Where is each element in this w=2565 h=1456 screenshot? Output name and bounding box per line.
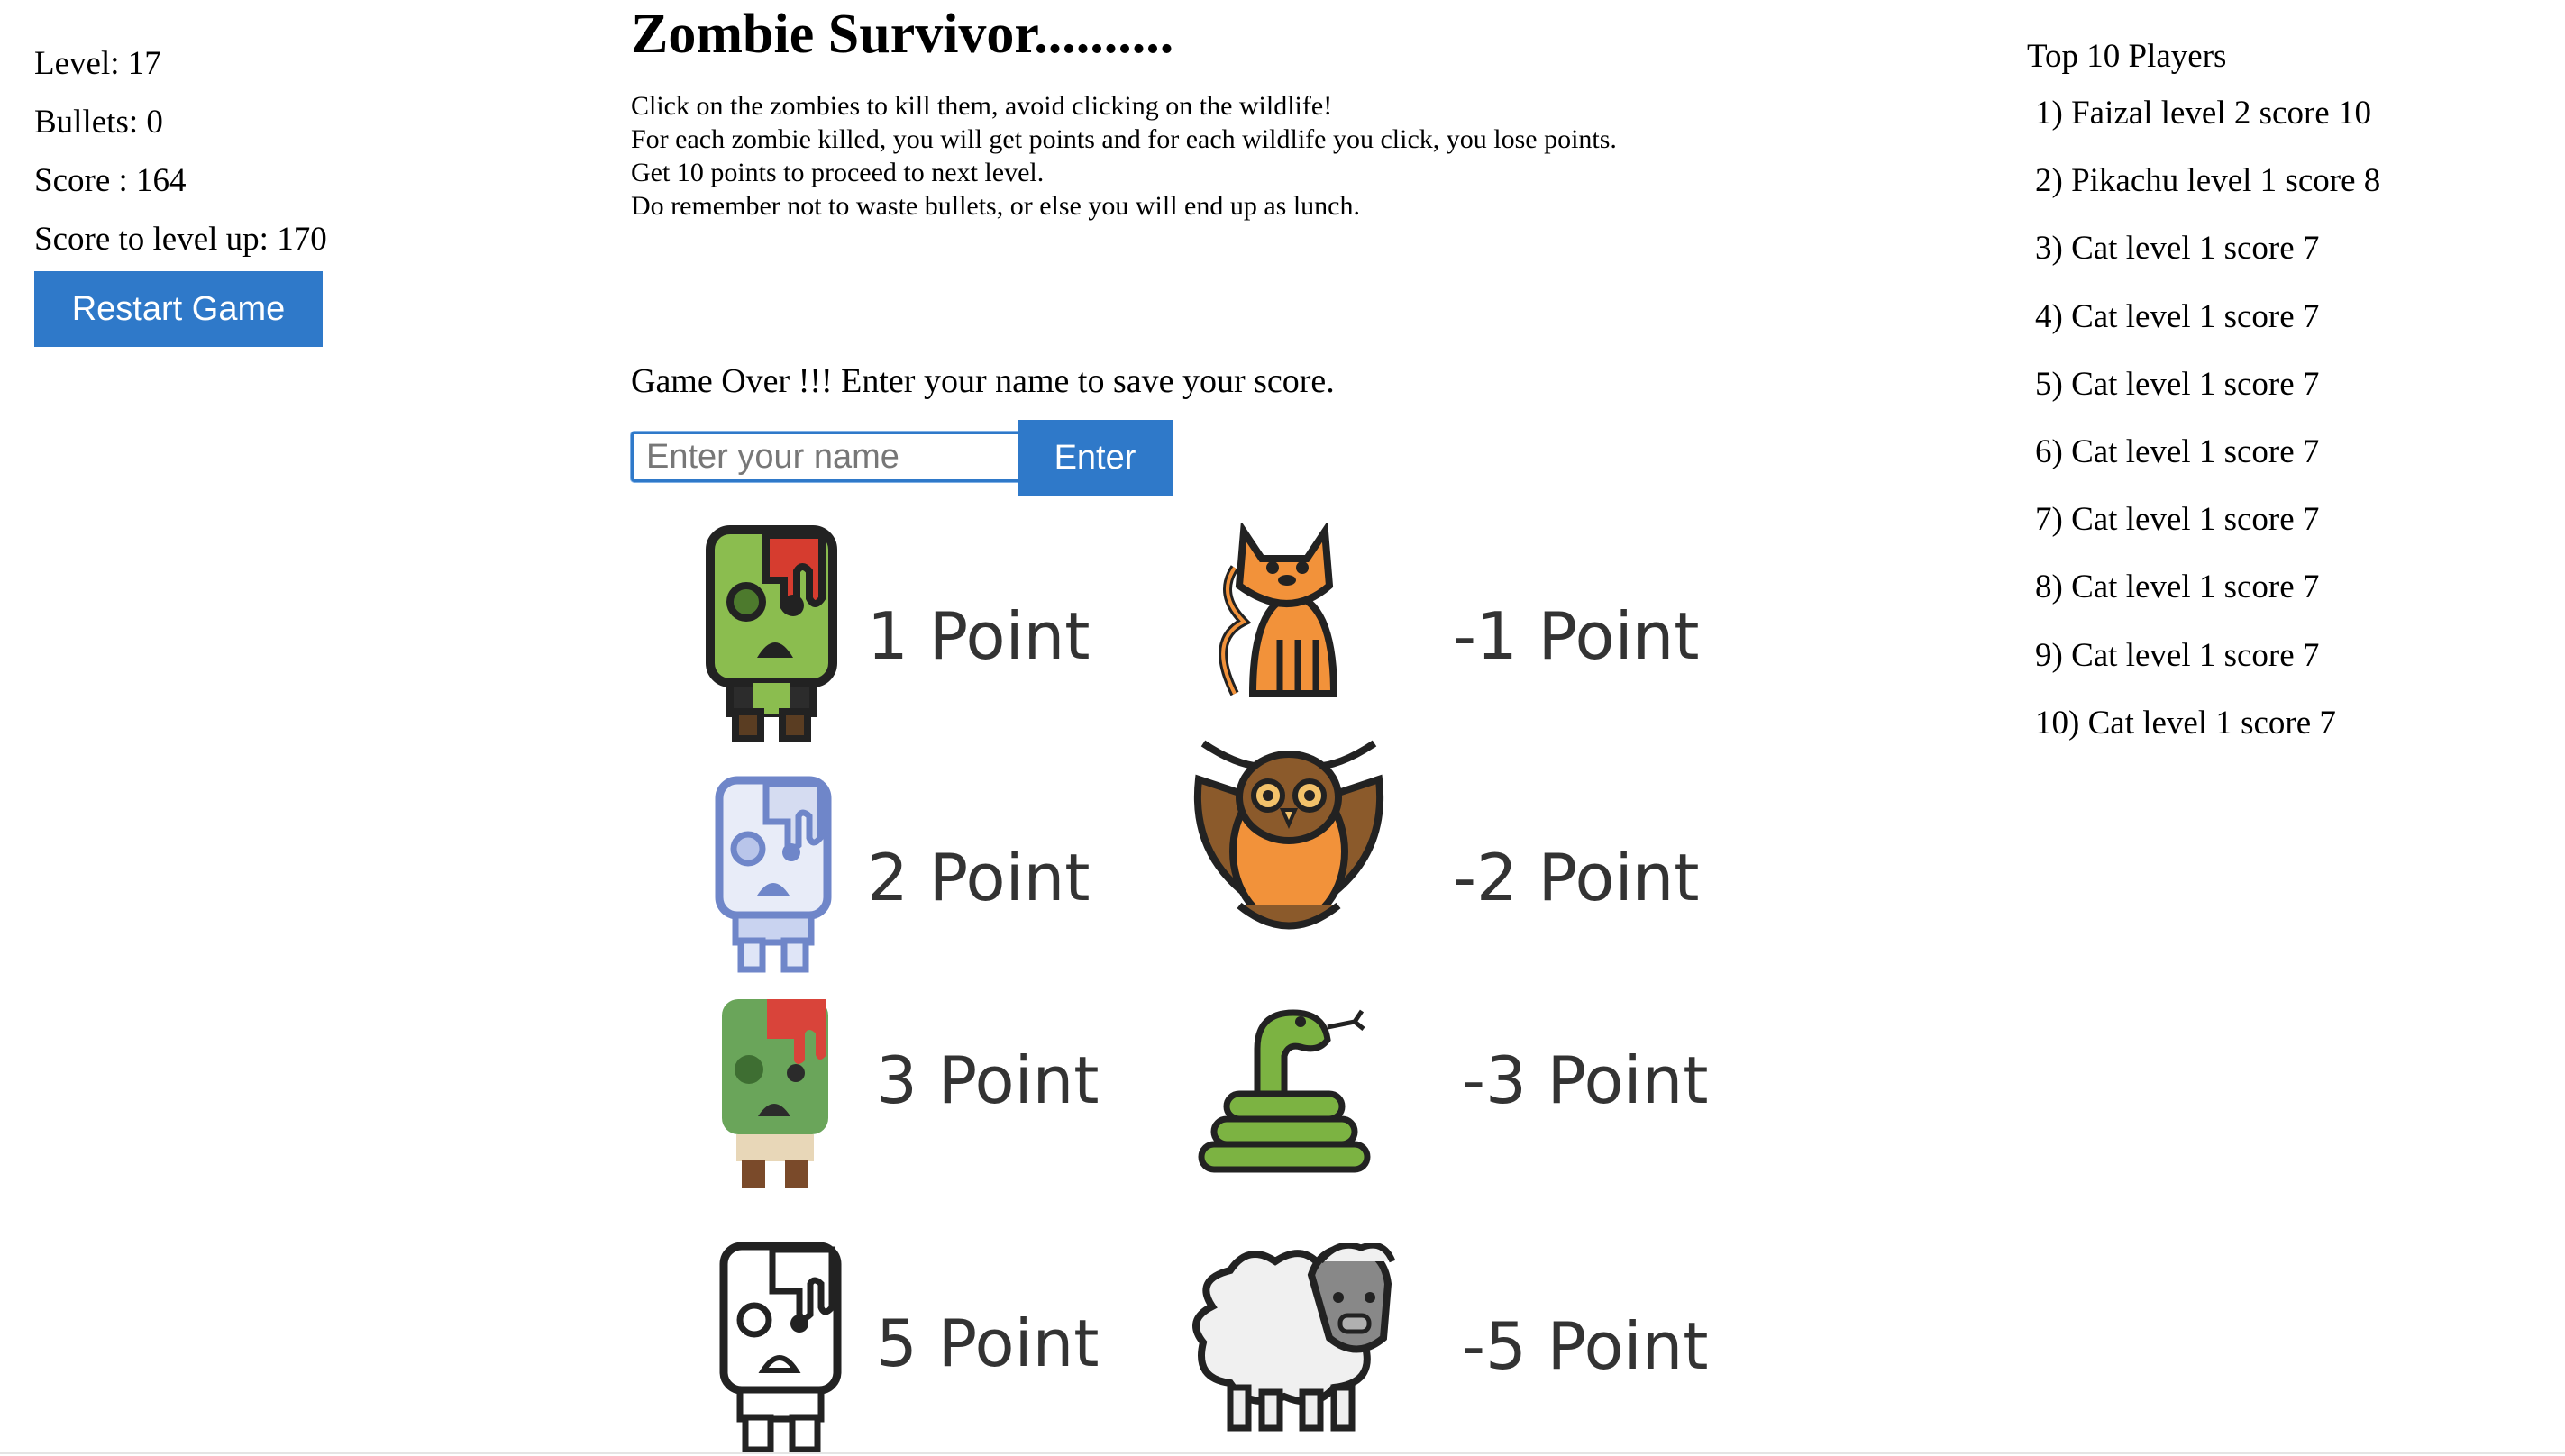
name-input[interactable] xyxy=(631,432,1029,482)
legend-label: -3 Point xyxy=(1462,1042,1709,1118)
instruction-line: Get 10 points to proceed to next level. xyxy=(631,158,1045,187)
legend-label: 5 Point xyxy=(876,1306,1100,1381)
instruction-line: Do remember not to waste bullets, or els… xyxy=(631,191,1360,221)
leaderboard-entry: 8) Cat level 1 score 7 xyxy=(2035,569,2320,606)
score-to-level-up-readout: Score to level up: 170 xyxy=(34,221,327,258)
leaderboard-entry: 9) Cat level 1 score 7 xyxy=(2035,636,2320,674)
outline-zombie-icon xyxy=(719,1242,842,1453)
sheep-icon xyxy=(1192,1243,1396,1432)
leaderboard-entry: 4) Cat level 1 score 7 xyxy=(2035,297,2320,335)
owl-icon xyxy=(1193,740,1384,930)
legend-label: -1 Point xyxy=(1453,598,1700,674)
leaderboard-entry: 7) Cat level 1 score 7 xyxy=(2035,501,2320,539)
score-readout: Score : 164 xyxy=(34,162,187,199)
leaderboard-title: Top 10 Players xyxy=(2027,38,2227,75)
legend-label: -2 Point xyxy=(1453,840,1700,915)
instruction-line: Click on the zombies to kill them, avoid… xyxy=(631,91,1333,121)
green-zombie-icon xyxy=(706,525,837,742)
legend-label: 2 Point xyxy=(867,840,1091,915)
legend-label: 1 Point xyxy=(867,598,1091,674)
enter-button[interactable]: Enter xyxy=(1018,420,1173,496)
restart-game-button[interactable]: Restart Game xyxy=(34,271,323,347)
bullets-readout: Bullets: 0 xyxy=(34,104,163,141)
game-over-message: Game Over !!! Enter your name to save yo… xyxy=(631,362,1335,400)
leaderboard-entry: 2) Pikachu level 1 score 8 xyxy=(2035,162,2381,200)
stats-panel: Level: 17 Bullets: 0 Score : 164 Score t… xyxy=(34,34,327,268)
page-title: Zombie Survivor.......... xyxy=(631,4,1174,65)
instructions: Click on the zombies to kill them, avoid… xyxy=(631,89,1617,223)
bottom-divider xyxy=(0,1452,2565,1454)
mossy-zombie-icon xyxy=(722,999,828,1188)
leaderboard-entry: 1) Faizal level 2 score 10 xyxy=(2035,95,2371,132)
ghost-zombie-icon xyxy=(715,776,832,973)
leaderboard-entry: 6) Cat level 1 score 7 xyxy=(2035,432,2320,470)
legend-label: 3 Point xyxy=(876,1042,1100,1118)
cat-icon xyxy=(1219,523,1338,697)
level-readout: Level: 17 xyxy=(34,45,161,82)
leaderboard-entry: 5) Cat level 1 score 7 xyxy=(2035,365,2320,403)
legend-label: -5 Point xyxy=(1462,1308,1709,1384)
leaderboard-entry: 3) Cat level 1 score 7 xyxy=(2035,230,2320,268)
leaderboard-entry: 10) Cat level 1 score 7 xyxy=(2035,704,2336,742)
instruction-line: For each zombie killed, you will get poi… xyxy=(631,124,1617,154)
leaderboard-list: 1) Faizal level 2 score 10 2) Pikachu le… xyxy=(2035,91,2380,769)
snake-icon xyxy=(1198,1009,1371,1173)
